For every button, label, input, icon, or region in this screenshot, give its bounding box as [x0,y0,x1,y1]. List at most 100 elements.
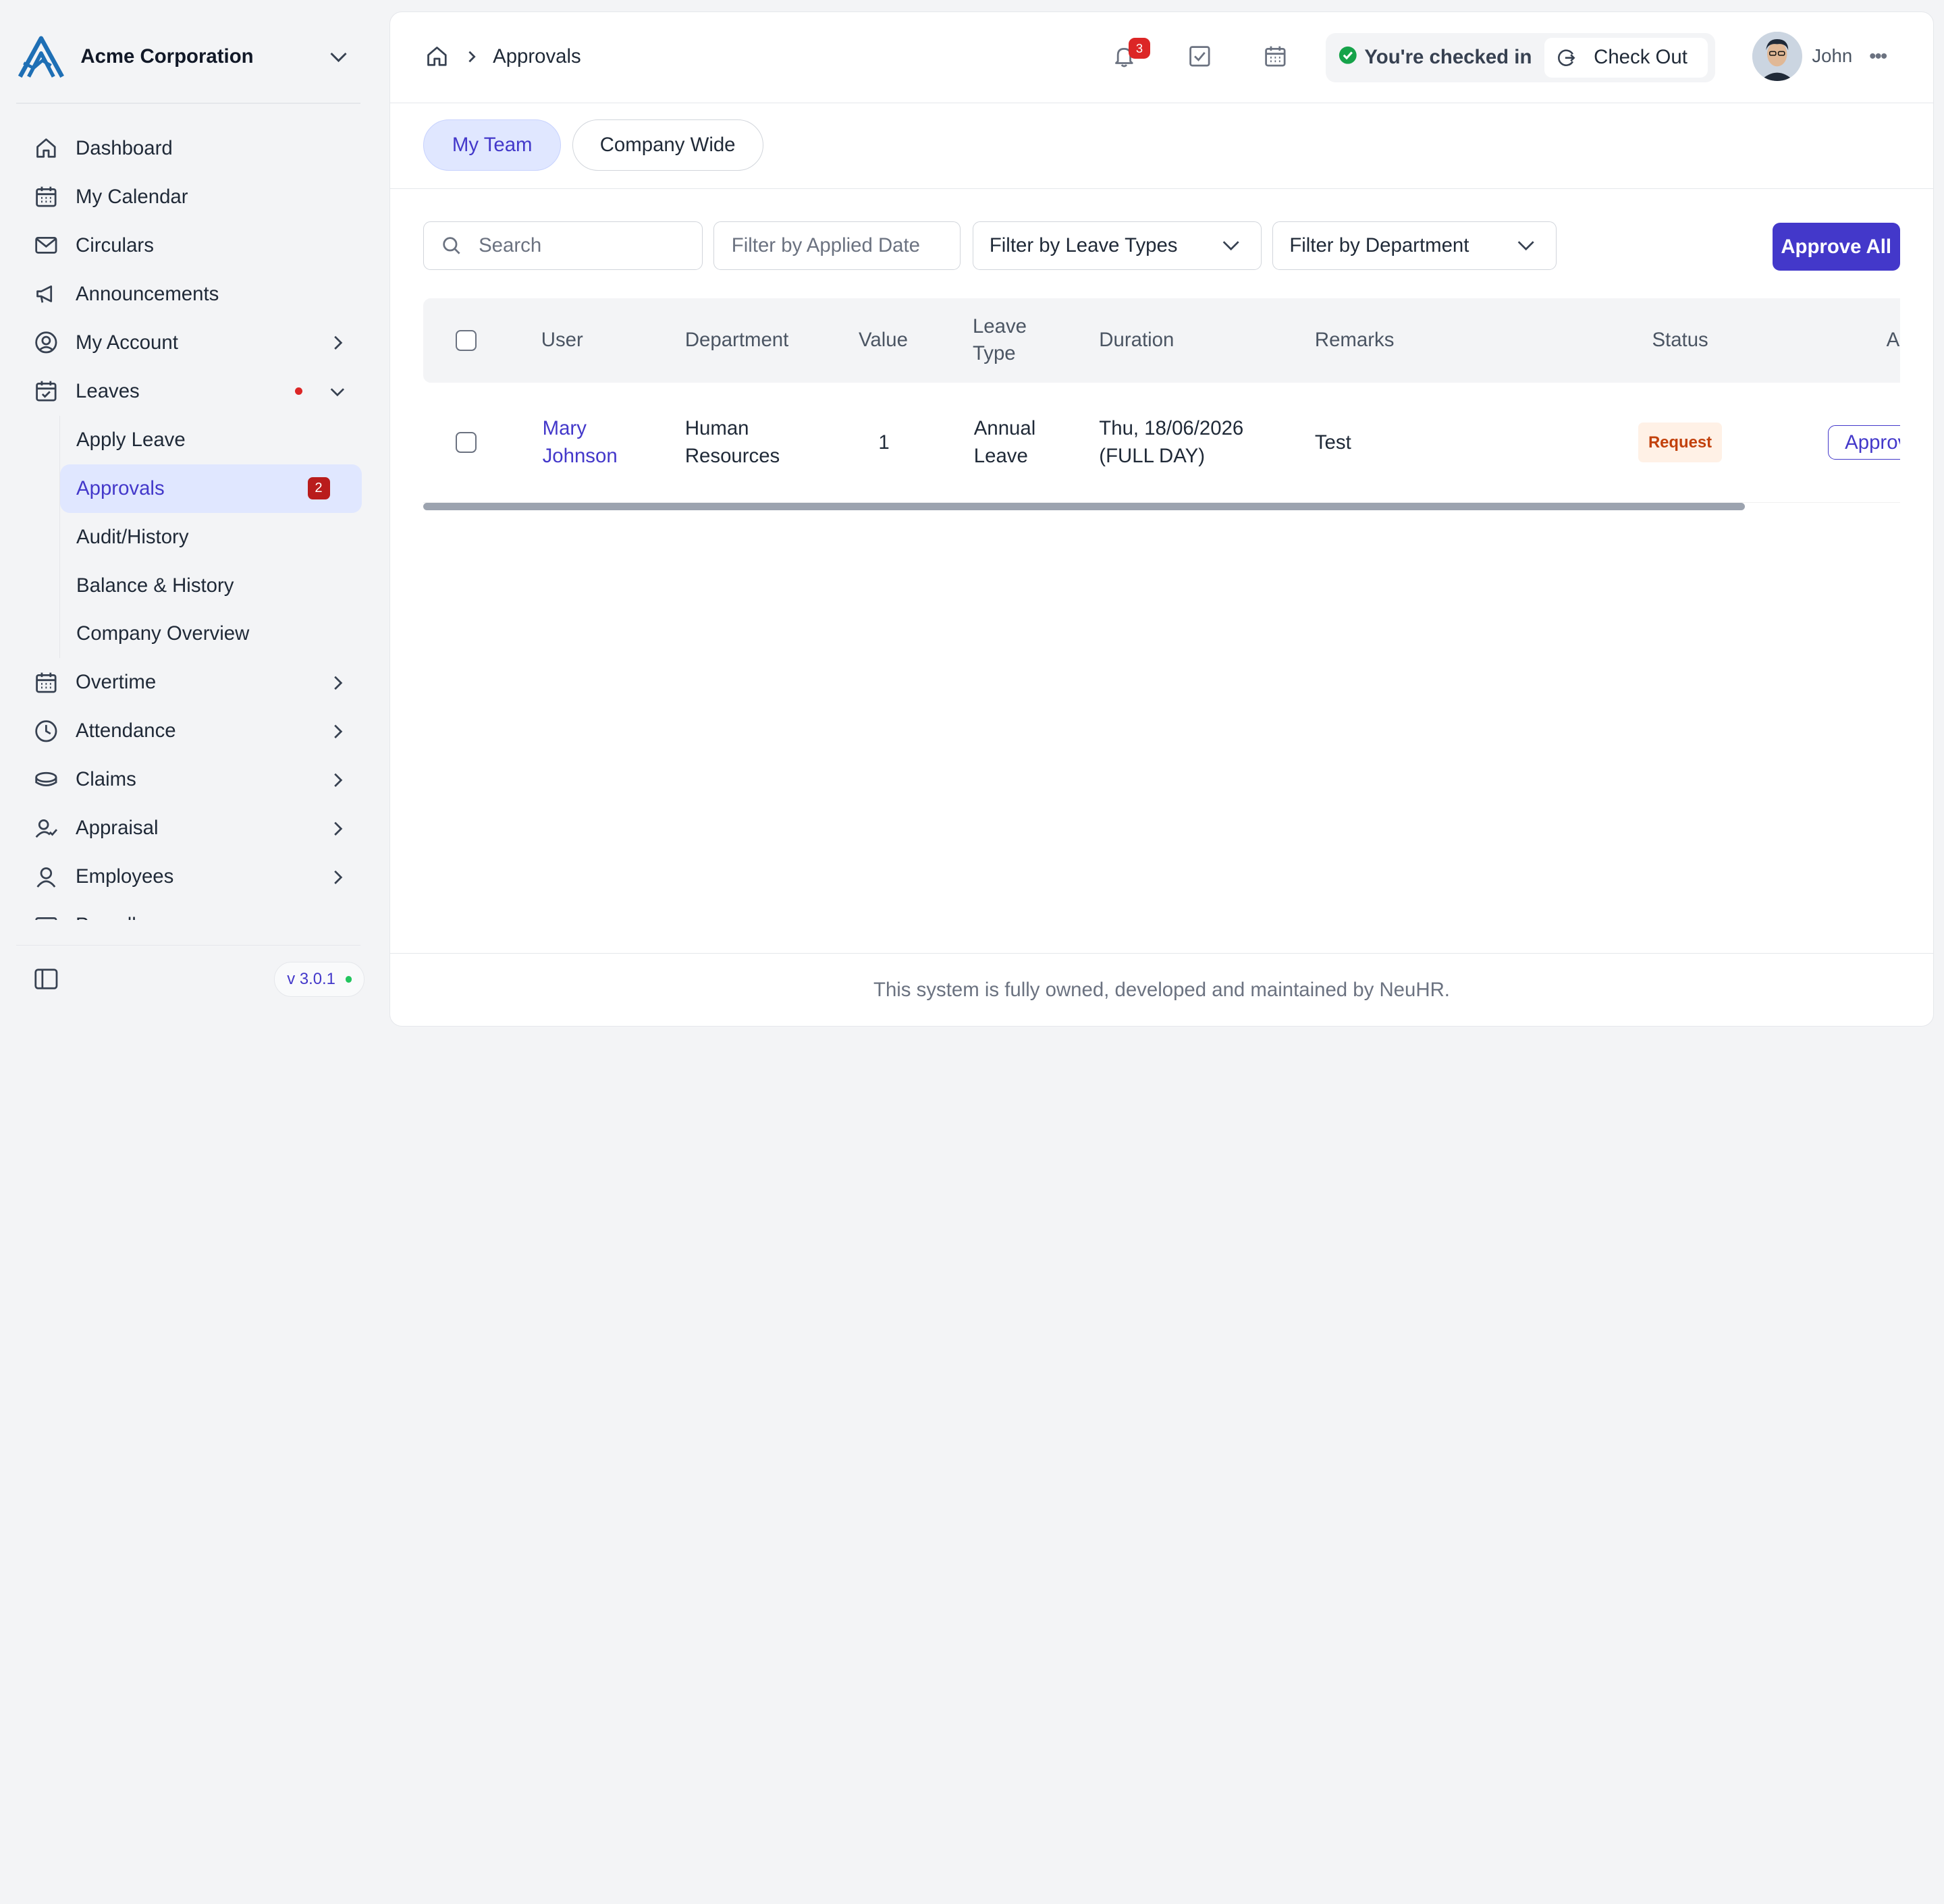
sidebar-item-attendance[interactable]: Attendance [20,707,362,755]
sidebar-nav: Dashboard My Calendar Circulars Announce… [20,124,362,920]
chevron-right-icon [462,49,481,64]
applied-date-filter[interactable]: Filter by Applied Date [713,221,961,270]
chevron-down-icon [323,42,353,72]
sidebar-item-appraisal[interactable]: Appraisal [20,804,362,852]
acme-logo-icon [16,32,65,82]
user-check-icon [32,815,59,842]
home-icon[interactable] [423,43,450,70]
card-icon [32,912,59,920]
chevron-right-icon [327,722,347,741]
calendar-icon [32,183,59,210]
department-line1: Human [684,417,749,440]
sidebar-item-label: Payroll [76,914,347,919]
app-root: Acme Corporation Dashboard My Calendar C… [0,0,1944,1037]
approve-button-label: Approve [1828,425,1900,460]
select-all-checkbox[interactable] [456,298,477,383]
sidebar-subitem-label: Company Overview [76,622,250,645]
sidebar-subitem-audit-history[interactable]: Audit/History [60,513,362,562]
column-header-department[interactable]: Department [685,298,788,383]
column-header-value[interactable]: Value [859,298,908,383]
leave-type-line1: Annual [973,417,1036,440]
row-value: 1 [878,431,890,454]
duration-type: (FULL DAY) [1099,444,1205,467]
sidebar-item-label: Circulars [76,234,154,256]
calendar-icon[interactable] [1260,42,1290,72]
column-header-duration[interactable]: Duration [1099,298,1174,383]
sidebar-subitem-label: Balance & History [76,574,234,597]
breadcrumb-current: Approvals [493,45,581,67]
sidebar-item-employees[interactable]: Employees [20,852,362,901]
sidebar-subitem-apply-leave[interactable]: Apply Leave [60,416,362,464]
column-header-user[interactable]: User [541,298,583,383]
column-header-remarks[interactable]: Remarks [1315,298,1395,383]
department-value: Filter by Department [1289,234,1469,256]
task-checkbox-icon[interactable] [1185,42,1214,72]
row-leave-type: Annual Leave [974,383,1035,503]
sidebar-item-circulars[interactable]: Circulars [20,221,362,270]
clock-icon [32,717,59,744]
sidebar-subitem-approvals[interactable]: Approvals 2 [60,464,362,513]
chevron-down-icon [327,381,347,401]
sidebar-subitem-company-overview[interactable]: Company Overview [60,610,362,659]
tab-my-team[interactable]: My Team [423,119,562,171]
sidebar-item-claims[interactable]: Claims [20,755,362,804]
bell-icon[interactable]: 3 [1109,38,1150,72]
sidebar-subitem-label: Approvals [76,477,165,499]
breadcrumb: Approvals [423,43,581,70]
sidebar-divider [16,944,361,946]
horizontal-scrollbar[interactable] [423,502,1746,510]
sidebar-item-my-calendar[interactable]: My Calendar [20,173,362,221]
megaphone-icon [32,280,59,307]
chevron-right-icon [327,673,347,692]
sidebar-item-label: My Calendar [76,185,188,208]
notification-dot [295,387,303,396]
column-header-action[interactable]: Action [1887,298,1900,383]
approve-all-button[interactable]: Approve All [1772,222,1900,271]
status-badge: Request [1638,423,1722,463]
sidebar-item-leaves[interactable]: Leaves [20,367,362,416]
approvals-count-badge: 2 [307,477,330,500]
sidebar: Acme Corporation Dashboard My Calendar C… [0,0,380,1037]
sidebar-item-label: Announcements [76,282,219,305]
chevron-right-icon [327,770,347,790]
tab-company-wide[interactable]: Company Wide [572,119,763,171]
row-approve-button[interactable]: Approve [1828,383,1900,503]
chevron-right-icon [327,333,347,352]
sidebar-divider [16,103,361,105]
chevron-down-icon [1516,236,1536,255]
search-input[interactable]: Search [423,221,703,270]
leaves-submenu: Apply Leave Approvals 2 Audit/History Ba… [59,415,362,659]
notification-count-badge: 3 [1129,38,1150,59]
sidebar-item-dashboard[interactable]: Dashboard [20,124,362,173]
duration-date: Thu, 18/06/2026 [1099,417,1244,440]
approvals-table: User Department Value Leave Type Duratio… [423,298,1900,515]
org-switcher[interactable]: Acme Corporation [16,32,358,82]
leave-type-select[interactable]: Filter by Leave Types [972,221,1262,270]
coins-icon [32,766,59,793]
row-user-link[interactable]: Mary Johnson [543,383,618,503]
column-header-status[interactable]: Status [1652,298,1708,383]
sidebar-item-label: Appraisal [76,817,159,840]
user-name: John [1812,45,1853,67]
avatar[interactable] [1752,31,1802,82]
calendar-check-icon [32,377,59,404]
sidebar-item-my-account[interactable]: My Account [20,319,362,367]
mail-icon [32,232,59,259]
sidebar-item-announcements[interactable]: Announcements [20,270,362,319]
check-out-button[interactable]: Check Out [1544,38,1708,78]
column-header-leave-type-line2: Type [972,342,1016,365]
sidebar-subitem-label: Audit/History [76,525,189,548]
row-checkbox[interactable] [456,383,477,503]
sidebar-item-payroll[interactable]: Payroll [20,901,362,920]
sidebar-item-overtime[interactable]: Overtime [20,658,362,707]
logout-icon [1557,48,1576,67]
department-select[interactable]: Filter by Department [1272,221,1557,270]
row-duration: Thu, 18/06/2026 (FULL DAY) [1099,383,1243,503]
more-options-icon[interactable]: ••• [1865,42,1890,72]
column-header-leave-type[interactable]: Leave Type [973,298,1027,383]
sidebar-toggle-icon[interactable] [31,966,61,993]
sidebar-item-label: Overtime [76,671,157,694]
sidebar-item-label: Dashboard [76,136,173,159]
row-remarks: Test [1314,431,1351,454]
sidebar-subitem-balance-history[interactable]: Balance & History [60,562,362,610]
